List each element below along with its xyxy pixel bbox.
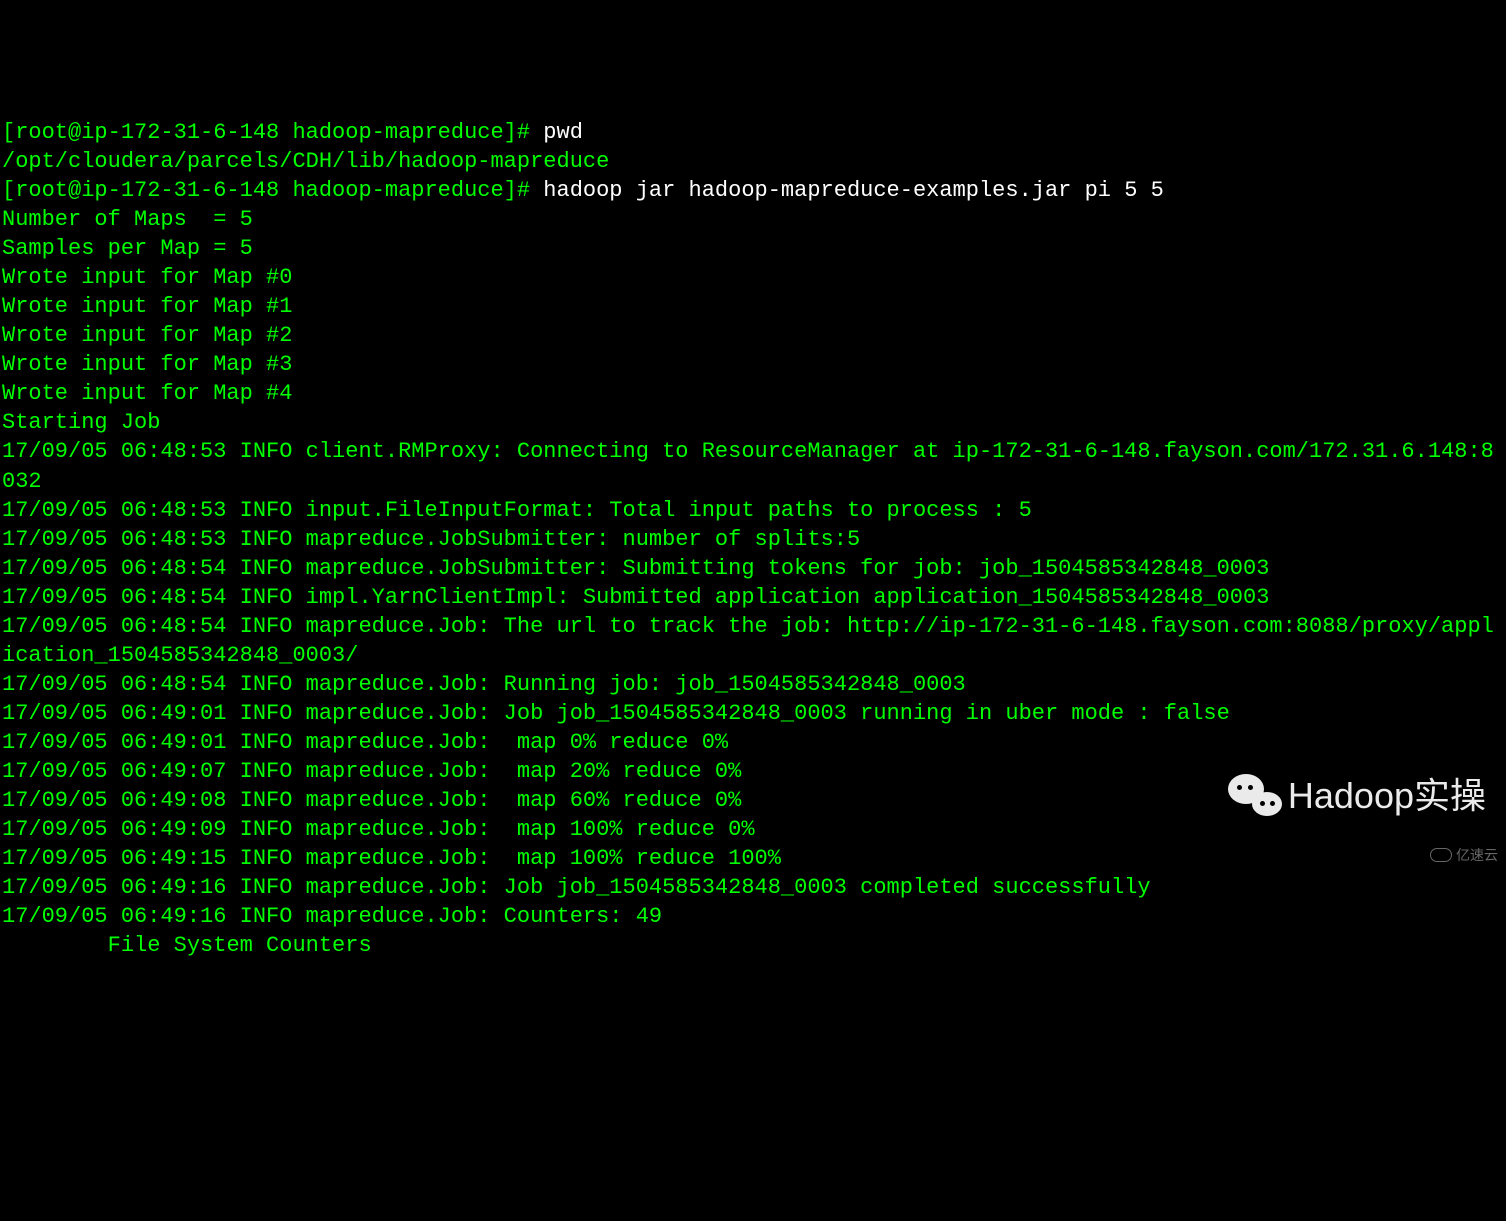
output-line: 17/09/05 06:49:01 INFO mapreduce.Job: ma…	[2, 730, 728, 755]
watermark-text-2: 亿速云	[1456, 846, 1498, 864]
output-line: Wrote input for Map #4	[2, 381, 292, 406]
output-line: Wrote input for Map #2	[2, 323, 292, 348]
shell-prompt: [root@ip-172-31-6-148 hadoop-mapreduce]#	[2, 120, 543, 145]
wechat-icon	[1228, 774, 1282, 818]
watermark-yisu: 亿速云	[1430, 846, 1498, 864]
output-line: 17/09/05 06:49:07 INFO mapreduce.Job: ma…	[2, 759, 741, 784]
output-line: 17/09/05 06:48:54 INFO mapreduce.Job: Th…	[2, 614, 1494, 668]
output-line: File System Counters	[2, 933, 372, 958]
output-line: 17/09/05 06:48:54 INFO mapreduce.JobSubm…	[2, 556, 1269, 581]
output-line: 17/09/05 06:48:54 INFO impl.YarnClientIm…	[2, 585, 1269, 610]
cloud-icon	[1430, 848, 1452, 862]
output-line: 17/09/05 06:49:08 INFO mapreduce.Job: ma…	[2, 788, 741, 813]
output-line: Wrote input for Map #3	[2, 352, 292, 377]
output-line: 17/09/05 06:48:53 INFO mapreduce.JobSubm…	[2, 527, 860, 552]
output-line: Number of Maps = 5	[2, 207, 253, 232]
shell-command: hadoop jar hadoop-mapreduce-examples.jar…	[543, 178, 1164, 203]
output-line: Wrote input for Map #1	[2, 294, 292, 319]
output-line: 17/09/05 06:49:16 INFO mapreduce.Job: Jo…	[2, 875, 1151, 900]
terminal-output[interactable]: [root@ip-172-31-6-148 hadoop-mapreduce]#…	[2, 118, 1504, 960]
output-line: 17/09/05 06:49:15 INFO mapreduce.Job: ma…	[2, 846, 781, 871]
output-line: 17/09/05 06:48:54 INFO mapreduce.Job: Ru…	[2, 672, 966, 697]
output-line: Starting Job	[2, 410, 160, 435]
output-line: 17/09/05 06:49:01 INFO mapreduce.Job: Jo…	[2, 701, 1230, 726]
shell-command: pwd	[543, 120, 583, 145]
output-line: 17/09/05 06:49:09 INFO mapreduce.Job: ma…	[2, 817, 755, 842]
output-line: Wrote input for Map #0	[2, 265, 292, 290]
shell-prompt: [root@ip-172-31-6-148 hadoop-mapreduce]#	[2, 178, 543, 203]
watermark-hadoop: Hadoop实操	[1228, 772, 1486, 820]
output-line: 17/09/05 06:48:53 INFO client.RMProxy: C…	[2, 439, 1494, 493]
watermark-text: Hadoop实操	[1288, 772, 1486, 820]
output-line: 17/09/05 06:49:16 INFO mapreduce.Job: Co…	[2, 904, 662, 929]
output-line: Samples per Map = 5	[2, 236, 253, 261]
output-line: /opt/cloudera/parcels/CDH/lib/hadoop-map…	[2, 149, 609, 174]
output-line: 17/09/05 06:48:53 INFO input.FileInputFo…	[2, 498, 1032, 523]
